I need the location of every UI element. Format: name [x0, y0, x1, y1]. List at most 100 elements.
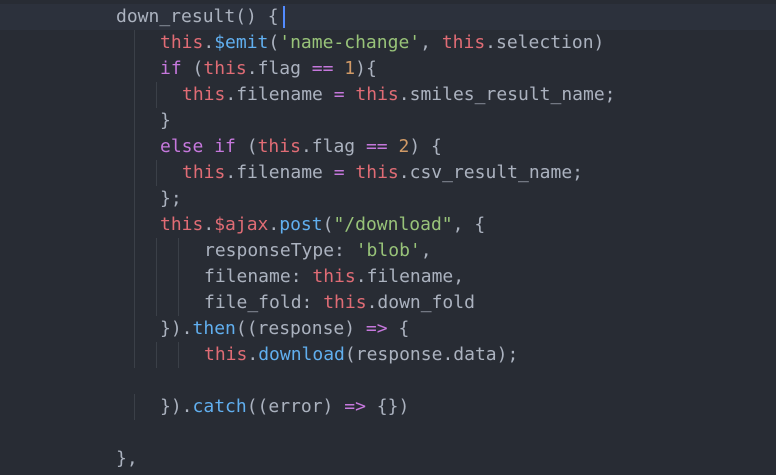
code-token: }). — [160, 396, 193, 417]
indent-guide — [134, 56, 135, 82]
code-token: , { — [452, 214, 486, 235]
code-line-content: }; — [160, 186, 182, 212]
indent-guide — [156, 342, 157, 368]
code-line-content: }).then((response) => { — [160, 316, 409, 342]
indent-guide — [156, 160, 157, 186]
code-token: => — [365, 318, 388, 339]
code-line[interactable]: }; — [0, 186, 776, 212]
code-token: down_result — [116, 6, 236, 27]
code-token: ((response) — [235, 318, 366, 339]
code-token: . — [268, 214, 280, 235]
code-token: file_fold: — [204, 292, 324, 313]
code-token: this — [355, 162, 399, 183]
code-token: .csv_result_name; — [398, 162, 584, 183]
code-token: ){ — [355, 58, 377, 79]
code-token: 'blob' — [355, 240, 421, 261]
code-line-content: this.$ajax.post("/download", { — [160, 212, 485, 238]
code-editor[interactable]: down_result() {this.$emit('name-change',… — [0, 0, 776, 475]
code-line[interactable]: if (this.flag == 1){ — [0, 56, 776, 82]
code-token: this — [182, 162, 226, 183]
code-token: == — [311, 58, 334, 79]
text-caret — [282, 6, 285, 28]
code-token: this — [182, 84, 226, 105]
code-line[interactable]: this.download(response.data); — [0, 342, 776, 368]
code-token: if — [214, 136, 236, 157]
code-token: . — [247, 344, 259, 365]
code-token: = — [333, 84, 345, 105]
code-token: this — [441, 32, 486, 53]
code-line-content: filename: this.filename, — [204, 264, 464, 290]
code-line[interactable]: filename: this.filename, — [0, 264, 776, 290]
code-line[interactable]: this.filename = this.smiles_result_name; — [0, 82, 776, 108]
code-token: this — [160, 214, 204, 235]
code-token: this — [204, 344, 248, 365]
code-area[interactable]: down_result() {this.$emit('name-change',… — [0, 4, 776, 472]
indent-guide — [156, 264, 157, 290]
code-line[interactable] — [0, 368, 776, 394]
indent-guide — [134, 134, 135, 160]
code-token: 'name-change' — [279, 32, 421, 53]
code-token: { — [387, 318, 410, 339]
code-line[interactable]: down_result() { — [0, 4, 776, 30]
indent-guide — [134, 82, 135, 108]
code-token: $emit — [214, 32, 269, 53]
code-line-content: }).catch((error) => {}) — [160, 394, 409, 420]
code-token: post — [279, 214, 323, 235]
code-token: .filename — [225, 84, 334, 105]
indent-guide — [178, 264, 179, 290]
code-token: this — [257, 136, 301, 157]
code-line[interactable] — [0, 420, 776, 446]
code-token: this — [323, 292, 367, 313]
code-token: ( — [322, 214, 334, 235]
code-line[interactable]: }).then((response) => { — [0, 316, 776, 342]
code-line[interactable]: this.$ajax.post("/download", { — [0, 212, 776, 238]
code-line[interactable]: this.$emit('name-change', this.selection… — [0, 30, 776, 56]
indent-guide — [134, 108, 135, 134]
code-token: }). — [160, 318, 193, 339]
code-token: filename: — [204, 266, 313, 287]
code-token: ) { — [409, 136, 442, 157]
code-token: ( — [268, 32, 280, 53]
indent-guide — [134, 212, 135, 238]
code-line[interactable]: this.filename = this.csv_result_name; — [0, 160, 776, 186]
indent-guide — [156, 238, 157, 264]
code-line[interactable]: }, — [0, 446, 776, 472]
code-line-content: this.filename = this.smiles_result_name; — [182, 82, 616, 108]
code-line-content: down_result() { — [116, 4, 285, 30]
indent-guide — [134, 316, 135, 342]
code-line[interactable]: }).catch((error) => {}) — [0, 394, 776, 420]
code-token: .flag — [246, 58, 312, 79]
code-token: ((error) — [246, 396, 345, 417]
indent-guide — [178, 342, 179, 368]
code-token: ( — [235, 136, 258, 157]
code-line[interactable]: responseType: 'blob', — [0, 238, 776, 264]
code-line-content: }, — [116, 446, 138, 472]
code-line[interactable]: } — [0, 108, 776, 134]
code-line-content: this.download(response.data); — [204, 342, 518, 368]
code-token: this — [203, 58, 247, 79]
code-token: download — [258, 344, 345, 365]
code-token: } — [160, 110, 171, 131]
code-token: }, — [116, 448, 138, 469]
code-token: , — [420, 240, 432, 261]
indent-guide — [134, 290, 135, 316]
code-token: == — [365, 136, 388, 157]
code-line[interactable]: else if (this.flag == 2) { — [0, 134, 776, 160]
code-line-content: responseType: 'blob', — [204, 238, 432, 264]
code-token: . — [203, 214, 215, 235]
indent-guide — [134, 264, 135, 290]
code-token: .filename — [225, 162, 334, 183]
code-token: (response.data); — [344, 344, 519, 365]
code-token: this — [355, 84, 399, 105]
code-token: .flag — [300, 136, 366, 157]
indent-guide — [134, 394, 135, 420]
code-token: $ajax — [214, 214, 269, 235]
code-line[interactable]: file_fold: this.down_fold — [0, 290, 776, 316]
indent-guide — [134, 342, 135, 368]
indent-guide — [156, 290, 157, 316]
code-line-content: this.$emit('name-change', this.selection… — [160, 30, 604, 56]
